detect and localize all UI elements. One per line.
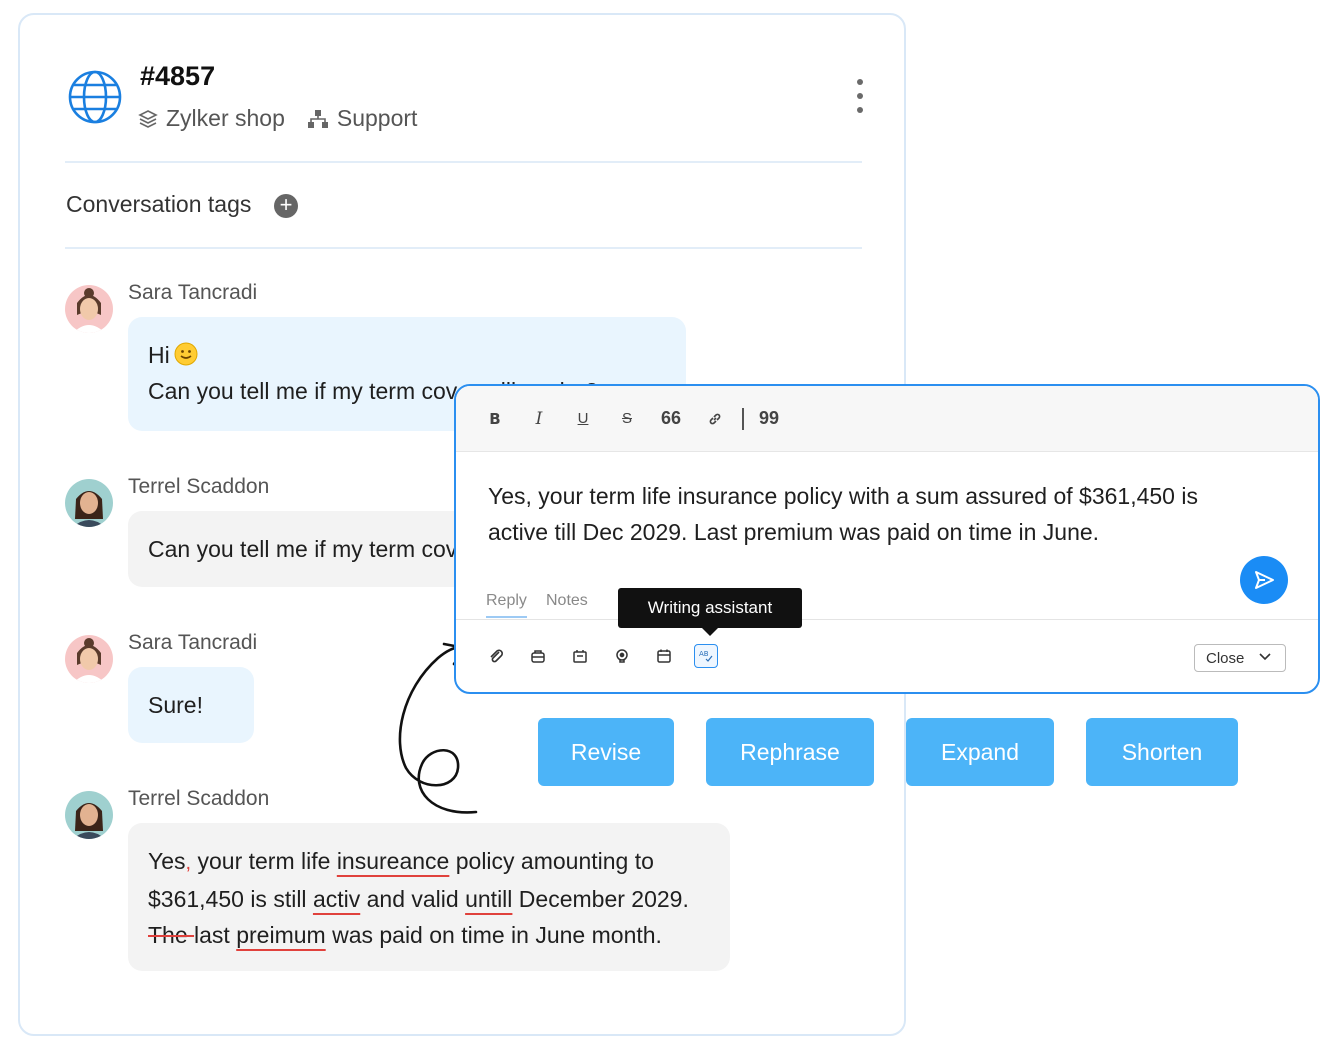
message-text: Hi	[148, 342, 170, 368]
reply-text-line: active till Dec 2029. Last premium was p…	[488, 519, 1100, 545]
message-text: December 2029.	[512, 886, 689, 912]
conversation-tags-label: Conversation tags	[66, 191, 252, 217]
globe-icon	[68, 70, 122, 124]
message-text: and valid	[360, 886, 466, 912]
reply-text[interactable]: Yes, your term life insurance policy wit…	[488, 478, 1268, 550]
avatar	[65, 479, 113, 527]
message-text: last	[194, 922, 237, 948]
message-bubble: Sure!	[128, 667, 254, 743]
revise-button[interactable]: Revise	[538, 718, 674, 786]
misspelled-word[interactable]: insureance	[337, 848, 450, 874]
send-icon	[1255, 571, 1274, 589]
message-text: Yes	[148, 848, 186, 874]
message-text: your term life	[191, 848, 337, 874]
sender-name: Sara Tancradi	[128, 281, 258, 304]
avatar	[65, 285, 113, 333]
reply-editor: B I U S 66 99 Yes, your term life insura…	[454, 384, 1320, 694]
message-text: was paid on time in June month.	[325, 922, 662, 948]
paperclip-icon[interactable]	[484, 644, 508, 668]
editor-bottom-toolbar: AB	[484, 644, 736, 668]
message-text: Sure!	[148, 692, 203, 718]
bold-button[interactable]: B	[484, 408, 506, 430]
struck-word: The	[148, 922, 195, 948]
sender-name: Sara Tancradi	[128, 631, 258, 654]
reply-text-line: Yes, your term life insurance policy wit…	[488, 483, 1198, 509]
quote-open-icon[interactable]: 66	[660, 408, 682, 430]
calendar-icon[interactable]	[652, 644, 676, 668]
ticket-id: #4857	[140, 61, 216, 91]
editor-divider	[456, 619, 1318, 620]
toolbar-separator	[742, 407, 744, 430]
status-select[interactable]: Close	[1194, 644, 1286, 672]
link-icon[interactable]	[704, 408, 726, 430]
tags-divider	[65, 247, 862, 249]
writing-assistant-icon[interactable]: AB	[694, 644, 718, 668]
sender-name: Terrel Scaddon	[128, 787, 270, 810]
message-text: policy amounting to	[449, 848, 654, 874]
template-icon[interactable]	[568, 644, 592, 668]
writing-assistant-tooltip: Writing assistant	[618, 588, 802, 636]
brand-tag[interactable]: Zylker shop	[138, 105, 285, 132]
department-tag[interactable]: Support	[307, 105, 418, 132]
knowledge-base-icon[interactable]	[526, 644, 550, 668]
tab-notes[interactable]: Notes	[546, 592, 588, 610]
avatar	[65, 791, 113, 839]
sender-name: Terrel Scaddon	[128, 475, 270, 498]
misspelled-word[interactable]: activ	[313, 886, 360, 912]
layers-icon	[138, 109, 158, 128]
smile-emoji-icon	[174, 342, 198, 366]
strikethrough-button[interactable]: S	[616, 408, 638, 430]
ai-bulb-icon[interactable]	[610, 644, 634, 668]
rephrase-button[interactable]: Rephrase	[706, 718, 874, 786]
status-select-value: Close	[1206, 649, 1245, 667]
draft-message-bubble: Yes, your term life insureance policy am…	[128, 823, 730, 971]
header-divider	[65, 161, 862, 163]
org-chart-icon	[307, 109, 328, 128]
chevron-down-icon	[1259, 653, 1271, 661]
avatar	[65, 635, 113, 683]
formatting-toolbar: B I U S 66 99	[456, 386, 1318, 452]
ticket-meta: Zylker shop Support	[138, 105, 439, 132]
department-name: Support	[336, 105, 418, 131]
shorten-button[interactable]: Shorten	[1086, 718, 1238, 786]
misspelled-word[interactable]: untill	[465, 886, 512, 912]
italic-button[interactable]: I	[528, 408, 550, 430]
misspelled-word[interactable]: preimum	[236, 922, 325, 948]
svg-text:AB: AB	[699, 650, 709, 658]
send-button[interactable]	[1240, 556, 1288, 604]
underline-button[interactable]: U	[572, 408, 594, 430]
plus-circle-icon[interactable]: +	[274, 194, 298, 218]
brand-name: Zylker shop	[166, 105, 285, 131]
message-text: $361,450 is still	[148, 886, 313, 912]
quote-close-icon[interactable]: 99	[758, 408, 780, 430]
kebab-menu-icon[interactable]	[850, 79, 870, 113]
expand-button[interactable]: Expand	[906, 718, 1054, 786]
tab-reply[interactable]: Reply	[486, 592, 527, 618]
